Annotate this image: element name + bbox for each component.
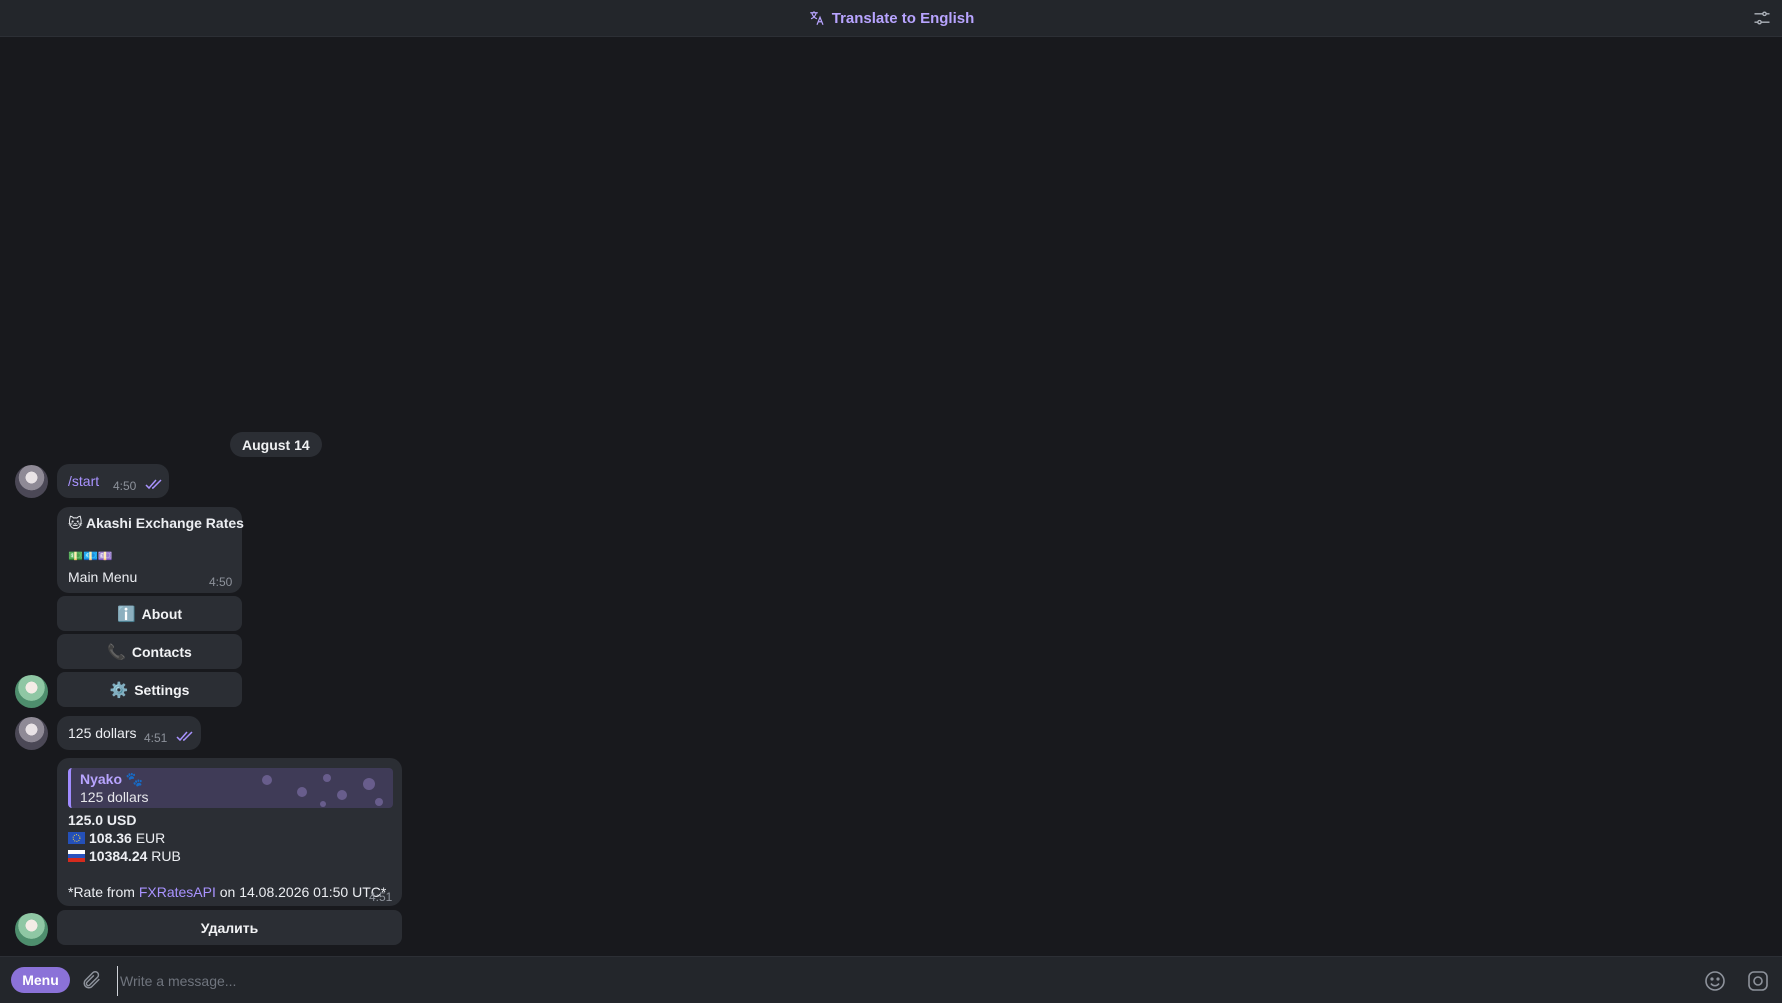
message-input[interactable]	[117, 966, 1682, 996]
eur-value: 108.36	[89, 830, 132, 846]
contacts-label: Contacts	[131, 643, 192, 660]
phone-icon: 📞	[107, 643, 126, 661]
rate-suffix: on 14.08.2026 01:50 UTC*	[215, 884, 387, 900]
read-checkmarks-icon	[176, 731, 193, 742]
rub-row: 10384.24 RUB	[68, 848, 181, 864]
conversion-result-message: Nyako 🐾 125 dollars 125.0 USD 108.36 EUR…	[57, 758, 402, 906]
paw-pattern-icon	[262, 774, 383, 807]
message-composer: Menu	[0, 956, 1782, 1003]
bot-menu-message: 🐱 Akashi Exchange Rates 💵💶💷 Main Menu 4:…	[57, 507, 244, 593]
message-time: 4:51	[144, 731, 168, 745]
top-bar: Translate to English	[0, 0, 1782, 37]
message-bubble-start[interactable]: /start 4:50	[57, 464, 169, 498]
about-label: About	[141, 605, 183, 622]
delete-button[interactable]: Удалить	[57, 910, 402, 945]
filter-settings-icon[interactable]	[1752, 8, 1772, 28]
rate-prefix: *Rate from	[68, 884, 139, 900]
money-emoji-row: 💵💶💷	[68, 549, 113, 563]
reply-text: 125 dollars	[80, 789, 149, 805]
menu-button[interactable]: Menu	[11, 967, 70, 993]
camera-icon[interactable]	[1746, 969, 1770, 993]
translate-label: Translate to English	[831, 9, 975, 27]
eur-row: 108.36 EUR	[68, 830, 165, 846]
settings-button[interactable]: ⚙️ Settings	[57, 672, 242, 707]
emoji-icon[interactable]	[1703, 969, 1727, 993]
message-text: 125 dollars	[68, 725, 137, 741]
eur-code: EUR	[135, 830, 166, 846]
message-time: 4:51	[369, 890, 393, 904]
fxratesapi-link[interactable]: FXRatesAPI	[139, 884, 216, 900]
paperclip-icon[interactable]	[81, 969, 103, 991]
rub-value: 10384.24	[89, 848, 148, 864]
start-command-link[interactable]: /start	[68, 473, 99, 489]
message-bubble-dollars[interactable]: 125 dollars 4:51	[57, 716, 201, 750]
reply-author: Nyako 🐾	[80, 771, 144, 787]
bot-avatar[interactable]	[15, 675, 48, 708]
usd-amount: 125.0 USD	[68, 812, 137, 828]
info-icon: ℹ️	[116, 605, 136, 623]
about-button[interactable]: ℹ️ About	[57, 596, 242, 631]
read-checkmarks-icon	[145, 479, 162, 490]
user-avatar[interactable]	[15, 465, 48, 498]
delete-label: Удалить	[200, 919, 259, 936]
translate-icon	[809, 11, 824, 25]
message-time: 4:50	[209, 575, 233, 589]
rub-code: RUB	[151, 848, 181, 864]
reply-quote[interactable]: Nyako 🐾 125 dollars	[68, 768, 393, 808]
russia-flag-icon	[68, 850, 85, 862]
translate-button[interactable]: Translate to English	[808, 9, 975, 27]
bot-title: 🐱 Akashi Exchange Rates	[68, 515, 244, 531]
bot-avatar[interactable]	[15, 913, 48, 946]
user-avatar[interactable]	[15, 717, 48, 750]
date-separator: August 14	[230, 432, 322, 457]
main-menu-text: Main Menu	[68, 569, 138, 585]
message-time: 4:50	[113, 479, 137, 493]
eu-flag-icon	[68, 832, 85, 844]
settings-label: Settings	[134, 681, 190, 698]
gear-icon: ⚙️	[109, 681, 129, 699]
rate-source-line: *Rate from FXRatesAPI on 14.08.2026 01:5…	[68, 884, 386, 900]
contacts-button[interactable]: 📞 Contacts	[57, 634, 242, 669]
